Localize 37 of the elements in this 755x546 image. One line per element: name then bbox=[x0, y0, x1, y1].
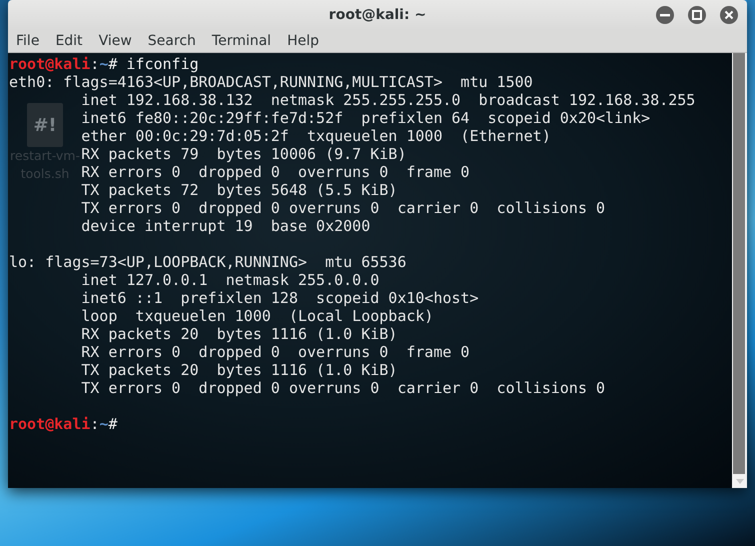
output-line: RX errors 0 dropped 0 overruns 0 frame 0 bbox=[81, 163, 470, 181]
output-line: ether 00:0c:29:7d:05:2f txqueuelen 1000 (Ethernet) bbox=[81, 127, 551, 145]
prompt-user: root@kali bbox=[9, 415, 90, 433]
output-line: TX errors 0 dropped 0 overruns 0 carrier 0 collisions 0 bbox=[81, 379, 606, 397]
menu-item[interactable]: View bbox=[90, 30, 140, 52]
prompt-separator: : bbox=[90, 55, 100, 73]
output-line: device interrupt 19 base 0x2000 bbox=[81, 217, 370, 235]
output-line: lo: flags=73<UP,LOOPBACK,RUNNING> mtu 65536 bbox=[9, 253, 406, 271]
output-line: RX packets 79 bytes 10006 (9.7 KiB) bbox=[81, 145, 406, 163]
scrollbar[interactable] bbox=[732, 53, 747, 488]
output-line: inet 192.168.38.132 netmask 255.255.255.0 broadcast 192.168.38.255 bbox=[81, 91, 696, 109]
output-line: inet 127.0.0.1 netmask 255.0.0.0 bbox=[81, 271, 380, 289]
output-line: eth0: flags=4163<UP,BROADCAST,RUNNING,MULTICAST> mtu 1500 bbox=[9, 73, 533, 91]
window-title: root@kali: ~ bbox=[328, 6, 426, 24]
output-line: TX packets 72 bytes 5648 (5.5 KiB) bbox=[81, 181, 398, 199]
prompt-user: root@kali bbox=[9, 55, 90, 73]
script-file-icon[interactable]: #! bbox=[27, 103, 63, 147]
output-line: loop txqueuelen 1000 (Local Loopback) bbox=[81, 307, 434, 325]
output-line: inet6 ::1 prefixlen 128 scopeid 0x10<host> bbox=[81, 289, 479, 307]
output-line: inet6 fe80::20c:29ff:fe7d:52f prefixlen 64 scopeid 0x20<link> bbox=[81, 109, 650, 127]
command-text: # bbox=[108, 415, 118, 433]
prompt-separator: : bbox=[90, 415, 100, 433]
output-line: TX errors 0 dropped 0 overruns 0 carrier 0 collisions 0 bbox=[81, 199, 606, 217]
output-line: RX packets 20 bytes 1116 (1.0 KiB) bbox=[81, 325, 398, 343]
menu-item[interactable]: Search bbox=[140, 30, 204, 52]
maximize-button[interactable] bbox=[687, 5, 707, 25]
output-line: RX errors 0 dropped 0 overruns 0 frame 0 bbox=[81, 343, 470, 361]
command-text: # ifconfig bbox=[108, 55, 199, 73]
minimize-button[interactable] bbox=[655, 5, 675, 25]
menu-item[interactable]: Help bbox=[279, 30, 327, 52]
menu-item[interactable]: File bbox=[8, 30, 48, 52]
menu-item[interactable]: Edit bbox=[47, 30, 91, 52]
prompt-path: ~ bbox=[99, 415, 108, 433]
menu-item[interactable]: Terminal bbox=[204, 30, 280, 52]
prompt-path: ~ bbox=[99, 55, 108, 73]
output-line: TX packets 20 bytes 1116 (1.0 KiB) bbox=[81, 361, 398, 379]
close-button[interactable] bbox=[719, 5, 739, 25]
